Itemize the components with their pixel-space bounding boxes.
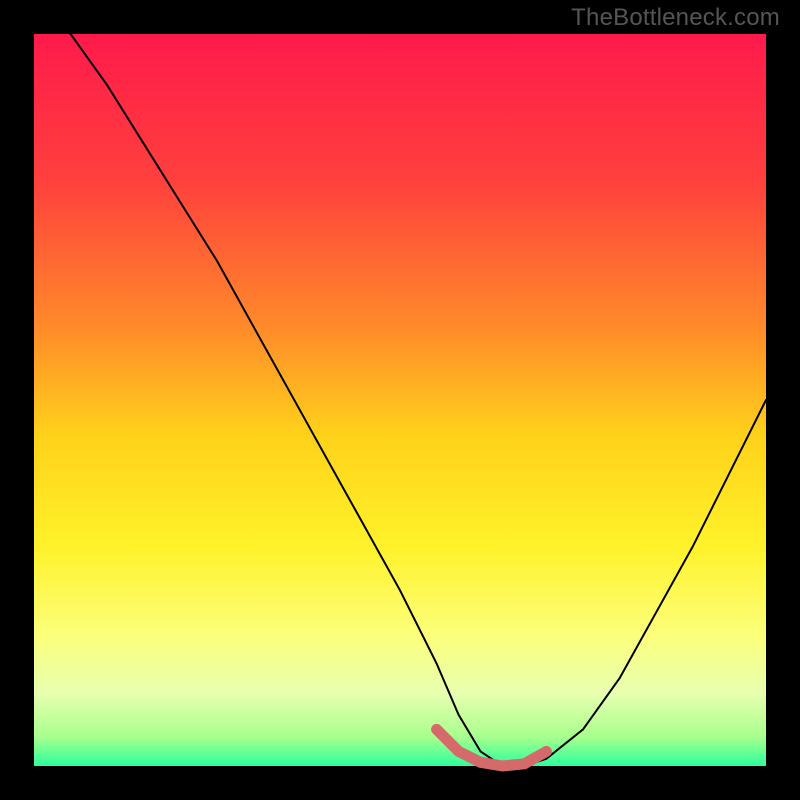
watermark-text: TheBottleneck.com: [571, 4, 780, 32]
chart-svg: [0, 0, 800, 800]
chart-frame: TheBottleneck.com: [0, 0, 800, 800]
